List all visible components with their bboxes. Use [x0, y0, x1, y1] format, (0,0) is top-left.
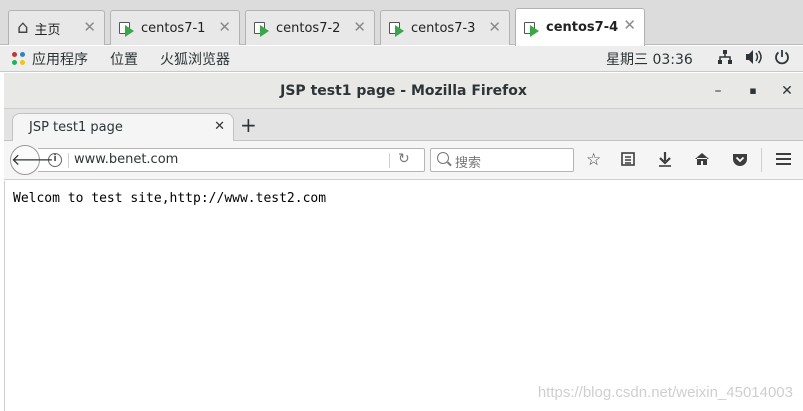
window-title: JSP test1 page - Mozilla Firefox: [280, 83, 527, 99]
toolbar-divider: [761, 148, 762, 172]
download-icon[interactable]: [658, 150, 672, 172]
vm-tab-label: centos7-2: [276, 20, 341, 36]
vm-tab-centos7-4[interactable]: centos7-4 ✕: [515, 8, 645, 46]
vm-icon: [254, 20, 270, 37]
places-menu[interactable]: 位置: [110, 49, 138, 69]
vm-tab-centos7-2[interactable]: centos7-2 ✕: [245, 10, 375, 45]
vm-icon: [389, 20, 405, 37]
close-icon[interactable]: ✕: [218, 19, 231, 35]
gnome-apps-icon: [12, 51, 26, 66]
firefox-tab-strip: JSP test1 page ✕ +: [4, 109, 803, 141]
home-icon[interactable]: [694, 150, 710, 172]
watermark: https://blog.csdn.net/weixin_45014003: [537, 384, 793, 401]
bookmark-star-icon[interactable]: ☆: [586, 150, 601, 170]
home-icon: ⌂: [17, 17, 29, 38]
vm-tab-centos7-1[interactable]: centos7-1 ✕: [110, 10, 240, 45]
menu-icon[interactable]: [775, 150, 792, 172]
new-tab-button[interactable]: +: [240, 113, 257, 137]
url-bar[interactable]: i www.benet.com ↻: [38, 148, 425, 172]
applications-menu[interactable]: 应用程序: [32, 49, 88, 69]
close-icon[interactable]: ✕: [353, 19, 366, 35]
navigation-toolbar: i www.benet.com ↻ 🡐 搜索 ☆: [4, 141, 803, 180]
back-arrow-icon: 🡐: [11, 150, 54, 169]
vm-tab-label: centos7-3: [411, 20, 476, 36]
url-divider: [389, 153, 390, 168]
url-divider: [68, 153, 69, 168]
back-button[interactable]: 🡐: [10, 145, 54, 175]
vm-tab-label: centos7-4: [546, 20, 619, 35]
reload-icon[interactable]: ↻: [398, 151, 410, 167]
vm-tab-label: centos7-1: [141, 20, 206, 36]
page-body-text: Welcom to test site,http://www.test2.com: [13, 191, 327, 206]
clock[interactable]: 星期三 03:36: [606, 49, 693, 69]
window-titlebar: JSP test1 page - Mozilla Firefox – ▪ ✕: [4, 73, 803, 109]
vm-tab-home[interactable]: ⌂ 主页 ✕: [8, 10, 105, 45]
close-icon[interactable]: ✕: [83, 19, 96, 35]
reading-list-icon[interactable]: [620, 150, 636, 172]
page-content: Welcom to test site,http://www.test2.com…: [4, 181, 803, 411]
search-placeholder: 搜索: [455, 156, 482, 171]
volume-icon[interactable]: [745, 49, 763, 69]
minimize-button[interactable]: –: [708, 73, 728, 109]
browser-tab-title: JSP test1 page: [29, 120, 123, 135]
pocket-icon[interactable]: [732, 150, 748, 172]
vm-icon: [119, 20, 135, 37]
search-icon: [437, 152, 449, 164]
power-icon[interactable]: [774, 49, 790, 69]
url-text[interactable]: www.benet.com: [74, 152, 178, 167]
vm-tab-label: 主页: [34, 22, 61, 38]
close-window-button[interactable]: ✕: [777, 73, 797, 109]
gnome-top-bar: 应用程序 位置 火狐浏览器 星期三 03:36: [0, 46, 803, 72]
firefox-app-menu[interactable]: 火狐浏览器: [160, 49, 230, 69]
browser-tab[interactable]: JSP test1 page ✕: [12, 113, 234, 141]
network-icon[interactable]: [717, 49, 733, 69]
close-tab-icon[interactable]: ✕: [214, 119, 225, 134]
search-input[interactable]: 搜索: [430, 148, 574, 172]
vm-icon: [524, 20, 540, 37]
close-icon[interactable]: ✕: [623, 17, 636, 33]
maximize-button[interactable]: ▪: [743, 73, 763, 109]
vm-tab-centos7-3[interactable]: centos7-3 ✕: [380, 10, 510, 45]
vmware-tab-bar: ⌂ 主页 ✕ centos7-1 ✕ centos7-2 ✕ centos7-3…: [0, 0, 803, 46]
close-icon[interactable]: ✕: [488, 19, 501, 35]
